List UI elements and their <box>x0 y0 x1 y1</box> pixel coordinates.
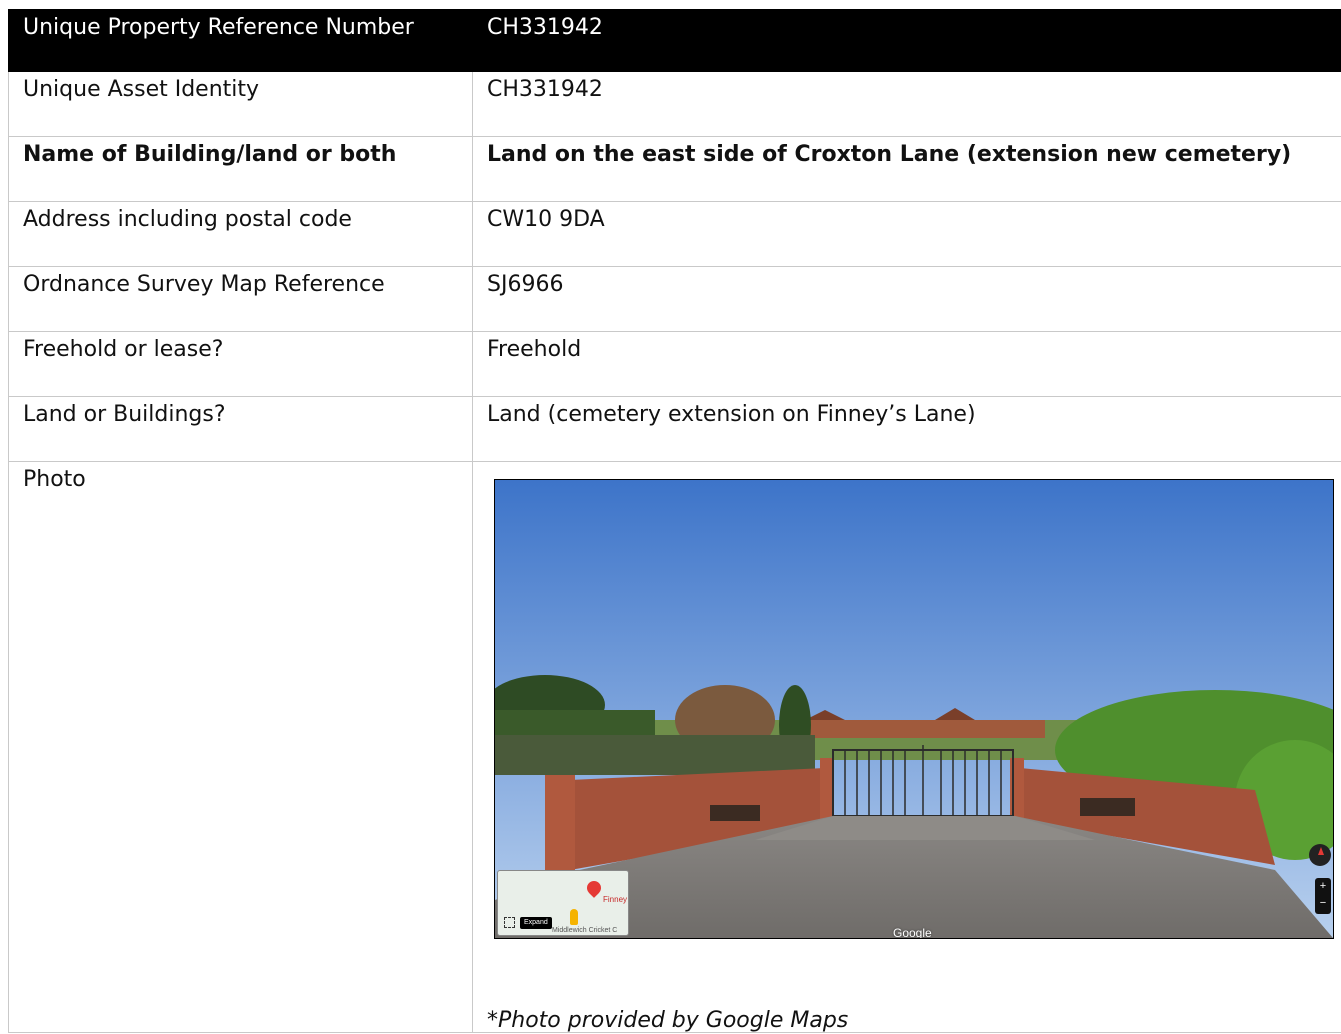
building-name-value: Land on the east side of Croxton Lane (e… <box>473 137 1341 168</box>
map-pin-icon <box>584 878 604 898</box>
expand-icon[interactable] <box>504 917 515 928</box>
compass-icon[interactable] <box>1309 844 1331 866</box>
table-row: Address including postal code CW10 9DA <box>9 202 1341 267</box>
property-details-table: Unique Property Reference Number CH33194… <box>8 9 1341 1033</box>
table-row: Land or Buildings? Land (cemetery extens… <box>9 397 1341 462</box>
minimap-pin-label: Finney <box>603 887 627 913</box>
upr-label-cell: Unique Property Reference Number <box>9 10 473 72</box>
table-row-header: Unique Property Reference Number CH33194… <box>9 10 1341 72</box>
google-watermark: Google <box>893 920 932 939</box>
photo-label: Photo <box>9 462 472 493</box>
table-row-photo: Photo <box>9 462 1341 1033</box>
street-view-photo: Finney Middlewich Cricket C Expand Googl… <box>494 479 1334 939</box>
street-view-minimap[interactable]: Finney Middlewich Cricket C Expand <box>497 870 629 936</box>
minimap-place-label: Middlewich Cricket C <box>552 918 617 936</box>
expand-button[interactable]: Expand <box>520 917 552 929</box>
os-map-ref-value: SJ6966 <box>473 267 1341 298</box>
table-row: Ordnance Survey Map Reference SJ6966 <box>9 267 1341 332</box>
land-or-buildings-label: Land or Buildings? <box>9 397 472 428</box>
upr-label: Unique Property Reference Number <box>9 10 472 41</box>
os-map-ref-label: Ordnance Survey Map Reference <box>9 267 472 298</box>
zoom-control[interactable]: + − <box>1315 878 1331 914</box>
asset-id-label: Unique Asset Identity <box>9 72 472 103</box>
land-or-buildings-value: Land (cemetery extension on Finney’s Lan… <box>473 397 1341 428</box>
zoom-out-button[interactable]: − <box>1315 895 1331 912</box>
table-row: Name of Building/land or both Land on th… <box>9 137 1341 202</box>
address-value: CW10 9DA <box>473 202 1341 233</box>
upr-value-cell: CH331942 <box>473 10 1341 72</box>
asset-id-value: CH331942 <box>473 72 1341 103</box>
table-row: Freehold or lease? Freehold <box>9 332 1341 397</box>
address-label: Address including postal code <box>9 202 472 233</box>
zoom-in-button[interactable]: + <box>1315 878 1331 895</box>
photo-caption: *Photo provided by Google Maps <box>487 1008 848 1034</box>
building-name-label: Name of Building/land or both <box>9 137 472 168</box>
table-row: Unique Asset Identity CH331942 <box>9 72 1341 137</box>
tenure-label: Freehold or lease? <box>9 332 472 363</box>
upr-value: CH331942 <box>473 10 1341 41</box>
tenure-value: Freehold <box>473 332 1341 363</box>
